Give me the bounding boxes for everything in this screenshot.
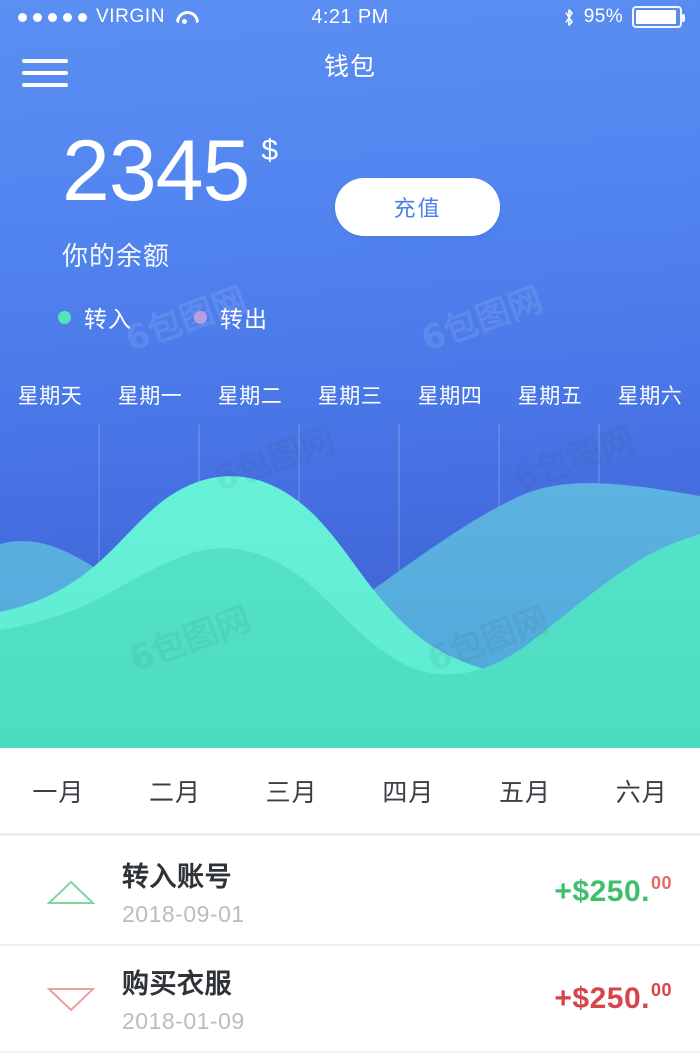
legend-label-in: 转入 xyxy=(84,306,132,332)
status-right: 95% xyxy=(563,6,685,28)
legend-dot-out xyxy=(194,310,207,324)
month-tabs: 一月 二月 三月 四月 五月 六月 xyxy=(0,748,700,836)
tab-month-2[interactable]: 二月 xyxy=(117,773,234,809)
transaction-value: $250. xyxy=(572,874,650,908)
transaction-cents: 00 xyxy=(650,979,672,1000)
status-left: VIRGIN xyxy=(18,6,195,28)
legend-item-out[interactable]: 转出 xyxy=(194,300,268,334)
legend-item-in[interactable]: 转入 xyxy=(58,300,132,334)
balance-block: 2345 $ 你的余额 xyxy=(62,128,278,273)
transaction-info: 购买衣服 2018-01-09 xyxy=(114,962,554,1035)
transaction-date: 2018-01-09 xyxy=(122,1008,245,1034)
page-title: 钱包 xyxy=(323,53,376,81)
transaction-title: 购买衣服 xyxy=(122,969,232,999)
weekday-sunday[interactable]: 星期天 xyxy=(0,380,100,410)
transaction-title: 转入账号 xyxy=(122,862,232,892)
weekday-wednesday[interactable]: 星期三 xyxy=(300,380,400,410)
table-row[interactable]: 购买衣服 2018-01-09 + $250. 00 xyxy=(0,946,700,1053)
triangle-down-icon xyxy=(28,983,114,1015)
weekday-thursday[interactable]: 星期四 xyxy=(400,380,500,410)
balance-row: 2345 $ xyxy=(62,128,278,214)
transaction-info: 转入账号 2018-09-01 xyxy=(114,855,554,928)
transaction-amount: + $250. 00 xyxy=(554,872,672,909)
battery-percent: 95% xyxy=(583,6,623,27)
wifi-icon xyxy=(174,10,195,25)
recharge-button[interactable]: 充值 xyxy=(335,178,500,236)
wallet-screen: 6包图网 6包图网 6包图网 6包图网 6包图网 6包图网 VIRGIN 4:2… xyxy=(0,0,700,1053)
bluetooth-icon xyxy=(563,8,575,27)
battery-icon xyxy=(632,6,685,28)
weekday-monday[interactable]: 星期一 xyxy=(100,380,200,410)
status-bar: VIRGIN 4:21 PM 95% xyxy=(0,0,700,34)
tab-month-6[interactable]: 六月 xyxy=(583,773,700,809)
weekday-saturday[interactable]: 星期六 xyxy=(600,380,700,410)
balance-label: 你的余额 xyxy=(62,241,171,271)
weekday-friday[interactable]: 星期五 xyxy=(500,380,600,410)
carrier-label: VIRGIN xyxy=(96,6,166,27)
balance-currency: $ xyxy=(261,134,279,167)
watermark: 6包图网 xyxy=(416,279,548,361)
chart-legend: 转入 转出 xyxy=(58,300,268,334)
transaction-sign: + xyxy=(554,874,573,908)
transaction-value: $250. xyxy=(572,981,650,1015)
transaction-list: 转入账号 2018-09-01 + $250. 00 购买衣服 2018-01-… xyxy=(0,839,700,1053)
table-row[interactable]: 转入账号 2018-09-01 + $250. 00 xyxy=(0,839,700,946)
transaction-cents: 00 xyxy=(650,872,672,893)
hamburger-menu-icon[interactable] xyxy=(22,54,68,94)
signal-strength-icon xyxy=(18,12,87,22)
tab-month-1[interactable]: 一月 xyxy=(0,773,117,809)
tab-month-4[interactable]: 四月 xyxy=(350,773,467,809)
transaction-amount: + $250. 00 xyxy=(554,979,672,1016)
balance-amount: 2345 xyxy=(62,123,250,219)
legend-label-out: 转出 xyxy=(220,306,268,332)
weekday-axis: 星期天 星期一 星期二 星期三 星期四 星期五 星期六 xyxy=(0,380,700,410)
tab-month-5[interactable]: 五月 xyxy=(467,773,584,809)
transaction-sign: + xyxy=(554,981,573,1015)
triangle-up-icon xyxy=(28,876,114,908)
legend-dot-in xyxy=(58,310,71,324)
weekday-tuesday[interactable]: 星期二 xyxy=(200,380,300,410)
area-chart-svg xyxy=(0,476,700,748)
transaction-date: 2018-09-01 xyxy=(122,901,245,927)
nav-bar: 钱包 xyxy=(0,44,700,104)
area-chart xyxy=(0,424,700,748)
tab-month-3[interactable]: 三月 xyxy=(233,773,350,809)
hero-panel: 6包图网 6包图网 6包图网 6包图网 6包图网 6包图网 VIRGIN 4:2… xyxy=(0,0,700,748)
